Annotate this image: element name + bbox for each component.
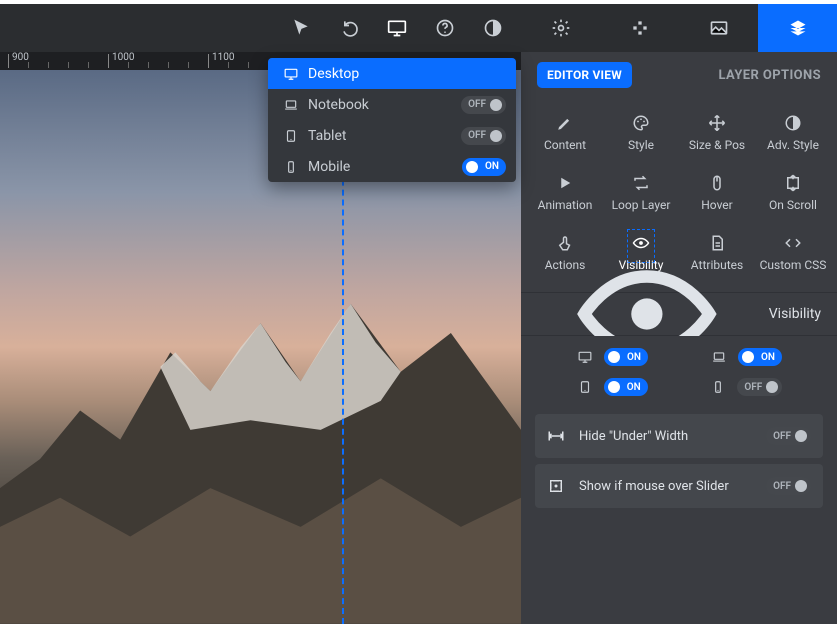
grid-size-pos[interactable]: Size & Pos [679,104,755,162]
grid-animation[interactable]: Animation [527,164,603,222]
viewport-switcher[interactable] [373,4,421,52]
panel-tabs [521,4,837,52]
ruler-mark: 900 [12,52,29,63]
visibility-desktop-toggle[interactable]: ON [604,348,648,366]
desktop-icon [576,350,594,364]
viewport-option-label: Mobile [308,159,462,175]
right-panel: EDITOR VIEW LAYER OPTIONS Content Style … [521,4,837,624]
viewport-mobile-toggle[interactable]: ON [462,158,506,176]
select-tool[interactable] [277,4,325,52]
canvas-toolbar [0,4,521,52]
viewport-option-notebook[interactable]: Notebook OFF [268,89,516,120]
viewport-option-mobile[interactable]: Mobile ON [268,151,516,182]
viewport-option-label: Desktop [308,66,506,82]
visibility-tablet-toggle[interactable]: ON [604,378,648,396]
viewport-option-label: Tablet [308,128,461,144]
grid-style[interactable]: Style [603,104,679,162]
viewport-dropdown: Desktop Notebook OFF Tablet OFF Mobile O… [268,58,516,182]
mobile-icon [709,380,727,394]
viewport-option-label: Notebook [308,97,461,113]
width-icon [547,427,565,445]
laptop-icon [282,98,308,112]
show-on-hover-toggle[interactable]: OFF [766,477,811,495]
grid-hover[interactable]: Hover [679,164,755,222]
undo-button[interactable] [325,4,373,52]
grid-on-scroll[interactable]: On Scroll [755,164,831,222]
editor-view-badge[interactable]: EDITOR VIEW [537,62,632,88]
tab-layers[interactable] [758,4,837,52]
option-label: Hide "Under" Width [579,429,688,444]
option-show-on-hover: Show if mouse over Slider OFF [535,464,823,508]
mobile-icon [282,160,308,174]
grid-loop-layer[interactable]: Loop Layer [603,164,679,222]
viewport-option-desktop[interactable]: Desktop [268,58,516,89]
tab-settings[interactable] [521,4,600,52]
viewport-option-tablet[interactable]: Tablet OFF [268,120,516,151]
help-button[interactable] [421,4,469,52]
visibility-laptop-toggle[interactable]: ON [738,348,782,366]
visibility-row-2: ON OFF [521,378,837,408]
panel-header: EDITOR VIEW LAYER OPTIONS [521,52,837,98]
option-hide-under-width: Hide "Under" Width OFF [535,414,823,458]
mountain-silhouette [0,236,521,624]
tab-slides[interactable] [679,4,758,52]
ruler-mark: 1000 [112,52,134,63]
grid-content[interactable]: Content [527,104,603,162]
tablet-icon [282,129,308,143]
viewport-tablet-toggle[interactable]: OFF [461,127,506,145]
viewport-notebook-toggle[interactable]: OFF [461,96,506,114]
laptop-icon [710,350,728,364]
ruler-mark: 1100 [212,52,234,63]
hide-under-width-toggle[interactable]: OFF [766,427,811,445]
visibility-section-header[interactable]: Visibility [521,292,837,336]
tablet-icon [576,380,594,394]
option-label: Show if mouse over Slider [579,479,729,494]
grid-adv-style[interactable]: Adv. Style [755,104,831,162]
visibility-row-1: ON ON [521,336,837,378]
tab-navigation[interactable] [600,4,679,52]
section-title-text: Visibility [769,306,821,322]
visibility-mobile-toggle[interactable]: OFF [737,378,782,396]
desktop-icon [282,67,308,81]
target-icon [547,477,565,495]
layer-options-label[interactable]: LAYER OPTIONS [718,68,821,83]
grid-custom-css[interactable]: Custom CSS [755,224,831,282]
contrast-button[interactable] [469,4,517,52]
